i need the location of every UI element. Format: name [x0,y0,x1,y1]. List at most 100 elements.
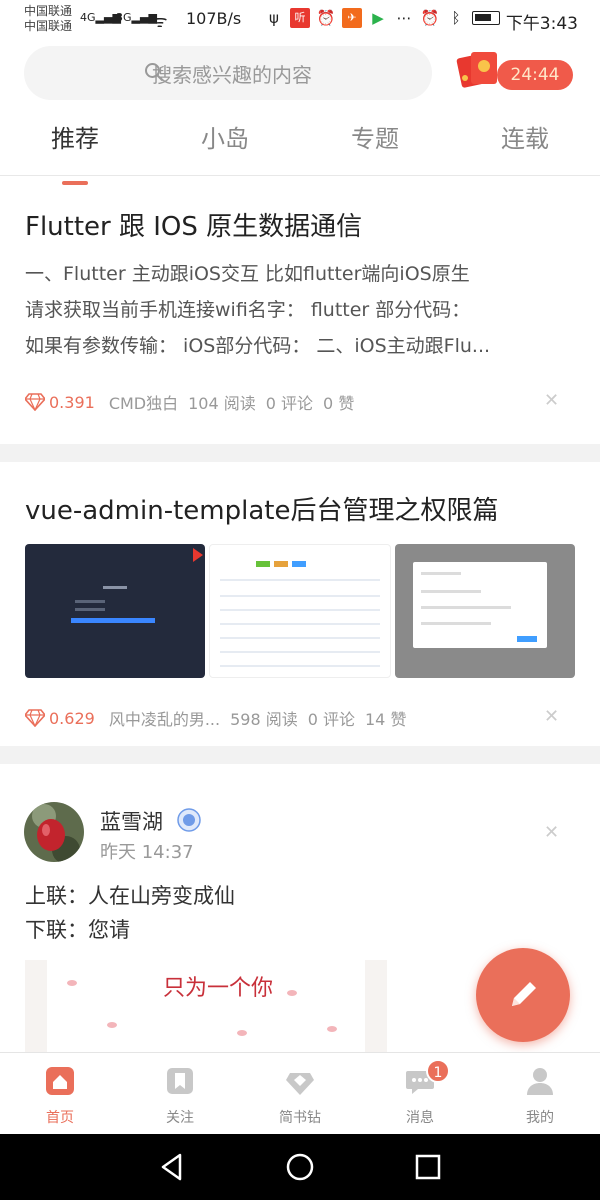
pencil-icon [512,982,536,1006]
red-packet-countdown: 24:44 [497,60,573,90]
thumb-line [75,608,105,611]
usb-icon: ψ [269,9,279,27]
signal-1-icon: 4G▂▄▆ [80,11,121,24]
play-icon: ▶ [372,9,384,27]
article-title[interactable]: vue-admin-template后台管理之权限篇 [25,490,498,527]
close-icon[interactable]: ✕ [544,824,559,842]
thumb-button [256,561,270,567]
article-score: 0.629 [49,708,95,728]
app-notify-icon-2: ✈ [342,8,362,28]
post-image-text: 只为一个你 [163,976,274,1001]
post-text-line: 下联：您请 [25,918,130,942]
thumb-dialog [413,562,547,648]
close-icon[interactable]: ✕ [544,392,559,410]
unread-badge: 1 [426,1059,450,1083]
nav-label: 消息 [406,1110,434,1126]
article-score: 0.391 [49,392,95,412]
red-envelope-icon [456,52,497,88]
petal-shape [287,990,297,996]
red-packet-button[interactable]: 24:44 [455,48,577,92]
thumb-arrow [193,548,203,562]
article-abstract: 一、Flutter 主动跟iOS交互 比如flutter端向iOS原生 请求获取… [25,256,580,364]
app-notify-icon: 听 [290,8,310,28]
thumb-button [292,561,306,567]
article-meta: 0.629 风中凌乱的男... 598 阅读 0 评论 14 赞 [25,706,416,730]
recents-icon[interactable] [414,1152,442,1182]
article-author[interactable]: CMD独白 [109,390,178,414]
abstract-line: 请求获取当前手机连接wifi名字： flutter 部分代码： [25,299,471,321]
thumb-row [220,609,380,611]
thumb-row [220,579,380,581]
system-nav-bar [0,1134,600,1200]
search-placeholder: 搜索感兴趣的内容 [152,62,312,87]
alarm-icon-2: ⏰ [420,9,440,27]
close-icon[interactable]: ✕ [544,708,559,726]
article-likes: 14 赞 [365,710,407,729]
nav-diamond[interactable]: 简书钻 [240,1053,360,1134]
thumb-button [274,561,288,567]
nav-label: 关注 [166,1110,194,1126]
login-box [65,574,155,634]
avatar[interactable] [24,802,84,862]
article-card[interactable]: Flutter 跟 IOS 原生数据通信 一、Flutter 主动跟iOS交互 … [0,180,600,442]
tab-island[interactable]: 小岛 [150,112,300,175]
network-speed: 107B/s [186,9,242,28]
divider [0,444,600,462]
article-reads: 598 阅读 [230,710,298,729]
diamond-icon [286,1073,314,1095]
thumb-button [71,618,155,623]
battery-icon [472,11,500,25]
bluetooth-icon: ᛒ [451,9,461,27]
nav-follow[interactable]: 关注 [120,1053,240,1134]
abstract-line: 如果有参数传输： iOS部分代码： 二、iOS主动跟Flu... [25,335,491,357]
tab-serials[interactable]: 连载 [450,112,600,175]
article-title[interactable]: Flutter 跟 IOS 原生数据通信 [25,206,362,243]
wifi-icon: ᯤ [152,12,168,32]
nav-label: 我的 [526,1110,554,1126]
tab-recommend[interactable]: 推荐 [0,112,150,185]
diamond-icon [25,709,45,727]
thumb-row [220,595,380,597]
avatar-image [24,802,84,862]
user-icon [527,1068,553,1095]
compose-button[interactable] [476,948,570,1042]
search-bar[interactable]: 搜索感兴趣的内容 [24,46,432,100]
app-screen: 中国联通 中国联通 4G▂▄▆ 3G▂▄▆ ᯤ 107B/s ψ 听 ⏰ ✈ ▶… [0,0,600,1200]
thumb-row [220,637,380,639]
divider [0,746,600,764]
verified-badge-icon [177,808,201,832]
post-text-line: 上联：人在山旁变成仙 [25,884,235,908]
bottom-nav: 首页 关注 简书钻 1 消息 我的 [0,1052,600,1134]
thumbnail-dialog-screen [395,544,575,678]
article-meta: 0.391 CMD独白 104 阅读 0 评论 0 赞 [25,390,364,414]
article-reads: 104 阅读 [188,394,256,413]
nav-messages[interactable]: 1 消息 [360,1053,480,1134]
thumb-row [220,665,380,667]
post-image[interactable]: 只为一个你 [25,960,387,1052]
more-icon: ⋯ [396,9,412,27]
search-icon [145,63,163,81]
article-author[interactable]: 风中凌乱的男... [109,706,220,730]
post-image-card: 只为一个你 [47,960,365,1052]
status-icons: ψ 听 ⏰ ✈ ▶ ⋯ ⏰ ᛒ [264,8,500,28]
home-icon [46,1067,74,1095]
bookmark-icon [167,1068,193,1094]
article-thumbnails[interactable] [25,544,575,678]
nav-profile[interactable]: 我的 [480,1053,600,1134]
carrier-info: 中国联通 中国联通 [24,4,72,34]
tab-topics[interactable]: 专题 [300,112,450,175]
back-icon[interactable] [158,1152,186,1182]
nav-home[interactable]: 首页 [0,1053,120,1134]
petal-shape [327,1026,337,1032]
abstract-line: 一、Flutter 主动跟iOS交互 比如flutter端向iOS原生 [25,263,470,285]
carrier-2: 中国联通 [24,19,73,33]
status-bar: 中国联通 中国联通 4G▂▄▆ 3G▂▄▆ ᯤ 107B/s ψ 听 ⏰ ✈ ▶… [0,0,600,42]
post-author[interactable]: 蓝雪湖 [100,806,163,836]
post-time: 昨天 14:37 [100,842,194,863]
net-type-1: 4G [80,11,96,24]
clock: 下午3:43 [505,14,578,34]
article-comments: 0 评论 [307,710,355,729]
alarm-icon: ⏰ [316,9,336,27]
home-circle-icon[interactable] [285,1152,315,1182]
nav-label: 首页 [46,1110,74,1126]
